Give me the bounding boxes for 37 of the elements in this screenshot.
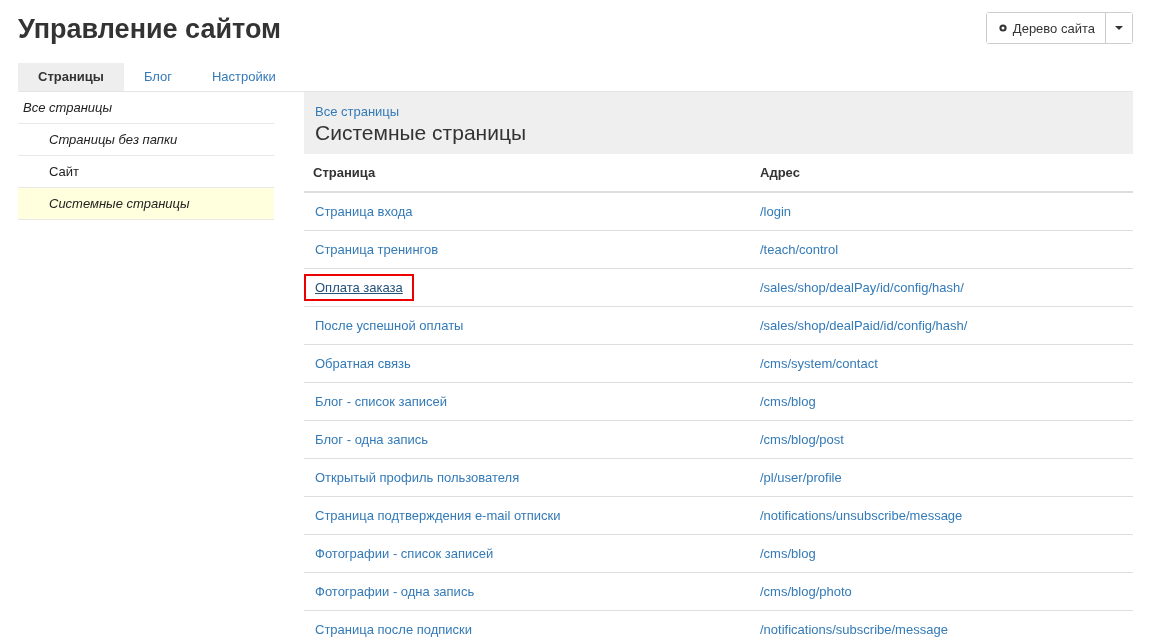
sidebar-item[interactable]: Системные страницы bbox=[18, 188, 274, 220]
tab[interactable]: Настройки bbox=[191, 63, 296, 91]
address-link[interactable]: /teach/control bbox=[760, 242, 1133, 257]
page-link[interactable]: Фотографии - одна запись bbox=[304, 578, 486, 605]
site-tree-button[interactable]: Дерево сайта bbox=[986, 13, 1106, 43]
tab[interactable]: Страницы bbox=[18, 63, 124, 91]
sidebar-item[interactable]: Все страницы bbox=[18, 92, 274, 124]
page-link[interactable]: Открытый профиль пользователя bbox=[304, 464, 531, 491]
page-link[interactable]: Обратная связь bbox=[304, 350, 422, 377]
page-link[interactable]: Блог - список записей bbox=[304, 388, 459, 415]
column-header: Страница bbox=[313, 165, 377, 180]
breadcrumb-link[interactable]: Все страницы bbox=[315, 104, 1122, 119]
caret-icon bbox=[1115, 26, 1123, 30]
address-link[interactable]: /pl/user/profile bbox=[760, 470, 1133, 485]
page-link[interactable]: Страница после подписки bbox=[304, 616, 484, 640]
page-link[interactable]: Страница подтверждения e-mail отписки bbox=[304, 502, 572, 529]
page-link[interactable]: Страница тренингов bbox=[304, 236, 450, 263]
address-link[interactable]: /sales/shop/dealPaid/id/config/hash/ bbox=[760, 318, 1133, 333]
address-link[interactable]: /notifications/subscribe/message bbox=[760, 622, 1133, 637]
address-link[interactable]: /cms/blog bbox=[760, 546, 1133, 561]
address-link[interactable]: /cms/blog/photo bbox=[760, 584, 1133, 599]
column-header: Адрес bbox=[760, 165, 801, 180]
section-title: Системные страницы bbox=[315, 121, 528, 145]
address-link[interactable]: /cms/blog/post bbox=[760, 432, 1133, 447]
address-link[interactable]: /login bbox=[760, 204, 1133, 219]
tab[interactable]: Блог bbox=[123, 63, 192, 91]
page-link[interactable]: Страница входа bbox=[304, 198, 424, 225]
page-link[interactable]: Фотографии - список записей bbox=[304, 540, 505, 567]
page-link[interactable]: Блог - одна запись bbox=[304, 426, 439, 453]
page-title: Управление сайтом bbox=[18, 13, 281, 45]
page-link[interactable]: После успешной оплаты bbox=[304, 312, 475, 339]
address-link[interactable]: /cms/system/contact bbox=[760, 356, 1133, 371]
address-link[interactable]: /cms/blog bbox=[760, 394, 1133, 409]
address-link[interactable]: /sales/shop/dealPay/id/config/hash/ bbox=[760, 280, 1133, 295]
page-link[interactable]: Оплата заказа bbox=[304, 274, 414, 301]
address-link[interactable]: /notifications/unsubscribe/message bbox=[760, 508, 1133, 523]
sidebar-item[interactable]: Страницы без папки bbox=[18, 124, 274, 156]
